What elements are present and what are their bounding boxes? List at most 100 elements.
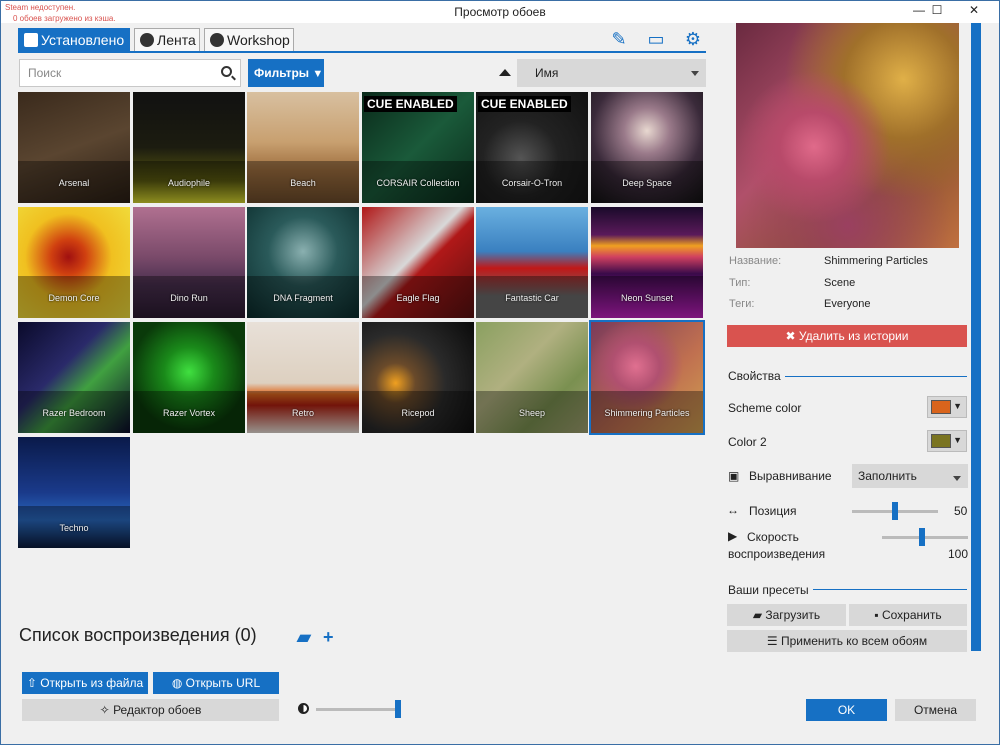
add-icon[interactable]: + [323, 627, 334, 648]
close-button[interactable]: ✕ [951, 1, 997, 21]
wallpaper-tile[interactable]: Ricepod [362, 322, 474, 433]
wallpaper-tile[interactable]: DNA Fragment [247, 207, 359, 318]
save-icon [24, 33, 38, 47]
brightness-slider[interactable] [316, 708, 398, 711]
folder-open-icon[interactable]: ▰ [297, 627, 311, 648]
wallpaper-tile[interactable]: Deep Space [591, 92, 703, 203]
tags-key: Теги: [729, 298, 755, 310]
tab-installed[interactable]: Установлено [18, 28, 130, 52]
wallpaper-preview [736, 23, 959, 248]
apply-all-button[interactable]: ☰ Применить ко всем обоям [727, 630, 967, 652]
alignment-label: Выравнивание [749, 469, 832, 483]
details-scrollbar[interactable] [971, 23, 981, 651]
wallpaper-editor-label: Редактор обоев [113, 703, 202, 717]
sort-direction-icon[interactable] [499, 69, 511, 76]
load-preset-label: Загрузить [765, 608, 821, 622]
speed-slider-thumb[interactable] [919, 528, 925, 546]
chevron-down-icon [691, 71, 699, 76]
wallpaper-tile-label: Shimmering Particles [604, 408, 690, 418]
globe-icon: ◍ [171, 676, 186, 690]
tab-workshop-label: Workshop [227, 32, 290, 48]
alignment-select[interactable]: Заполнить [852, 464, 968, 488]
settings-gear-icon[interactable]: ⚙ [682, 28, 704, 50]
magic-wand-icon: ✧ [99, 703, 114, 717]
sort-select-value: Имя [535, 66, 559, 80]
tab-feed[interactable]: Лента [134, 28, 200, 52]
wallpaper-tile[interactable]: Audiophile [133, 92, 245, 203]
brush-icon[interactable]: ✎ [608, 28, 630, 50]
tab-workshop[interactable]: Workshop [204, 28, 294, 52]
wallpaper-tile[interactable]: Neon Sunset [591, 207, 703, 318]
monitor-icon[interactable]: ▭ [645, 28, 667, 50]
tab-installed-label: Установлено [41, 32, 125, 48]
tab-underline [18, 51, 706, 53]
speed-slider[interactable] [882, 536, 968, 539]
steam-status-text: Steam недоступен. [5, 3, 76, 12]
type-value: Scene [824, 277, 856, 289]
arrows-horizontal-icon: ↔ [727, 503, 739, 517]
wallpaper-tile[interactable]: CUE ENABLED Corsair-O-Tron [476, 92, 588, 203]
wallpaper-tile-label: Techno [59, 523, 89, 533]
save-preset-label: Сохранить [881, 608, 942, 622]
scheme-color-label: Scheme color [728, 401, 802, 415]
color2-label: Color 2 [728, 435, 767, 449]
wallpaper-tile[interactable]: Sheep [476, 322, 588, 433]
color2-picker[interactable]: ▼ [927, 430, 967, 452]
tab-feed-label: Лента [157, 32, 196, 48]
wallpaper-tile-label: Deep Space [622, 178, 672, 188]
image-icon: ▣ [728, 469, 740, 483]
brightness-slider-thumb[interactable] [395, 700, 401, 718]
wallpaper-tile[interactable]: Fantastic Car [476, 207, 588, 318]
name-value: Shimmering Particles [824, 255, 928, 267]
tags-value: Everyone [824, 298, 871, 310]
sort-select[interactable]: Имя [517, 59, 706, 87]
wallpaper-tile-selected[interactable]: Shimmering Particles [589, 320, 705, 435]
apply-all-label: Применить ко всем обоям [780, 634, 928, 648]
wallpaper-tile-label: Audiophile [167, 178, 211, 188]
remove-from-history-button[interactable]: ✖ Удалить из истории [727, 325, 967, 347]
wallpaper-editor-button[interactable]: ✧ Редактор обоев [22, 699, 279, 721]
open-file-button[interactable]: ⇧ Открыть из файла [22, 672, 148, 694]
presets-divider [813, 589, 967, 590]
wallpaper-tile[interactable]: Demon Core [18, 207, 130, 318]
wallpaper-tile-label: Dino Run [170, 293, 208, 303]
wallpaper-tile-label: Demon Core [48, 293, 100, 303]
playlist-title: Список воспроизведения (0) [19, 625, 257, 645]
chevron-down-icon: ▼ [953, 401, 962, 411]
search-icon[interactable] [221, 66, 232, 77]
wallpaper-tile-label: CORSAIR Collection [376, 178, 460, 188]
wallpaper-tile-label: Beach [290, 178, 316, 188]
search-input[interactable] [20, 60, 210, 86]
filters-button[interactable]: Фильтры ▼ [248, 59, 324, 87]
steam-icon [210, 33, 224, 47]
save-icon: ▪ [874, 608, 882, 622]
save-preset-button[interactable]: ▪ Сохранить [849, 604, 967, 626]
wallpaper-tile[interactable]: Techno [18, 437, 130, 548]
cancel-button[interactable]: Отмена [895, 699, 976, 721]
maximize-button[interactable]: ☐ [921, 1, 953, 21]
wallpaper-tile[interactable]: Razer Bedroom [18, 322, 130, 433]
filters-button-label: Фильтры [254, 66, 310, 80]
wallpaper-tile[interactable]: Eagle Flag [362, 207, 474, 318]
presets-header: Ваши пресеты [728, 583, 809, 597]
position-value: 50 [954, 504, 968, 518]
wallpaper-tile-label: Sheep [518, 408, 546, 418]
ok-button[interactable]: OK [806, 699, 887, 721]
scheme-color-picker[interactable]: ▼ [927, 396, 967, 418]
properties-header: Свойства [728, 369, 781, 383]
open-url-button[interactable]: ◍ Открыть URL [153, 672, 279, 694]
wallpaper-tile-label: Arsenal [58, 178, 90, 188]
properties-divider [785, 376, 967, 377]
wallpaper-tile[interactable]: CUE ENABLED CORSAIR Collection [362, 92, 474, 203]
wallpaper-tile-label: Neon Sunset [620, 293, 674, 303]
wallpaper-tile[interactable]: Beach [247, 92, 359, 203]
cue-enabled-badge: CUE ENABLED [478, 96, 571, 112]
wallpaper-tile[interactable]: Retro [247, 322, 359, 433]
list-icon: ☰ [766, 634, 781, 648]
position-slider-thumb[interactable] [892, 502, 898, 520]
load-preset-button[interactable]: ▰ Загрузить [727, 604, 846, 626]
wallpaper-tile[interactable]: Razer Vortex [133, 322, 245, 433]
wallpaper-tile[interactable]: Arsenal [18, 92, 130, 203]
open-file-label: Открыть из файла [40, 676, 144, 690]
wallpaper-tile[interactable]: Dino Run [133, 207, 245, 318]
